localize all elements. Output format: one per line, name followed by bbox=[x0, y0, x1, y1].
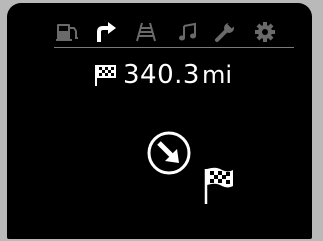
tab-divider bbox=[54, 47, 294, 48]
gear-icon[interactable] bbox=[252, 19, 278, 45]
checkered-flag-icon bbox=[95, 65, 116, 86]
cluster-screen: 340.3 mi bbox=[7, 3, 312, 239]
music-note-icon[interactable] bbox=[175, 19, 201, 45]
distance-unit: mi bbox=[201, 61, 232, 89]
fuel-station-icon[interactable] bbox=[55, 19, 81, 45]
turn-right-icon[interactable] bbox=[93, 19, 119, 45]
destination-flag-icon bbox=[204, 167, 233, 204]
arrow-down-right-icon bbox=[147, 131, 191, 175]
wrench-icon[interactable] bbox=[212, 19, 238, 45]
road-icon[interactable] bbox=[133, 19, 159, 45]
distance-readout: 340.3 mi bbox=[93, 58, 232, 90]
distance-value: 340.3 bbox=[123, 60, 200, 90]
